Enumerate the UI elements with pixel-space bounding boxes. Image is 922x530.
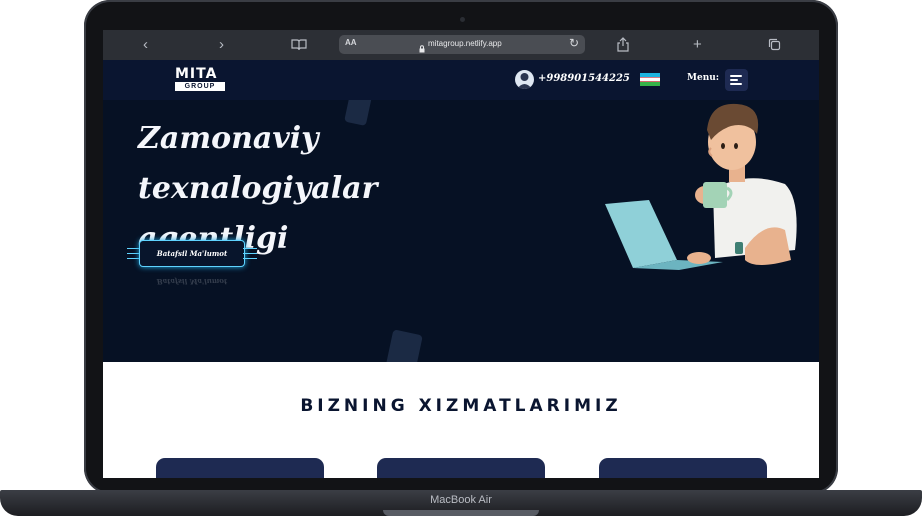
cta-reflection: Batafsil Ma'lumot	[156, 277, 228, 286]
lock-icon	[419, 40, 425, 58]
menu-line	[730, 79, 738, 81]
menu-line	[730, 83, 742, 85]
chevron-right-icon[interactable]: ›	[219, 36, 224, 54]
chevron-left-icon[interactable]: ‹	[143, 36, 148, 54]
service-card[interactable]	[156, 458, 324, 478]
menu-label: Menu:	[687, 73, 720, 83]
service-card[interactable]	[377, 458, 545, 478]
menu-line	[730, 75, 742, 77]
logo-text: MITA	[175, 66, 218, 82]
plus-icon[interactable]: +	[693, 36, 702, 54]
phone-number[interactable]: +998901544225	[538, 73, 630, 84]
reload-icon[interactable]: ↻	[569, 36, 579, 50]
share-icon[interactable]	[617, 37, 629, 57]
more-info-button[interactable]: Batafsil Ma'lumot	[139, 240, 245, 267]
menu-button[interactable]	[725, 69, 748, 91]
laptop-base-notch	[383, 510, 539, 516]
uzbekistan-flag-icon[interactable]	[640, 73, 660, 86]
decorative-shape	[385, 329, 423, 362]
mita-logo[interactable]: MITA GROUP	[175, 67, 225, 93]
url-text: mitagroup.netlify.app	[428, 39, 502, 48]
tabs-icon[interactable]	[768, 38, 781, 56]
hero-section: Zamonaviy texnalogiyalar agentligi Bataf…	[103, 100, 819, 362]
book-icon[interactable]	[291, 38, 307, 56]
cta-lines-right	[243, 248, 257, 260]
address-bar[interactable]: AA mitagroup.netlify.app ↻	[339, 35, 585, 54]
services-title: Bizning xizmatlarimiz	[300, 396, 622, 416]
services-section: Bizning xizmatlarimiz	[103, 362, 819, 478]
browser-toolbar: ‹ › AA mitagroup.netlify.app ↻ +	[103, 30, 819, 60]
device-label: MacBook Air	[430, 494, 492, 506]
site-header: MITA GROUP +998901544225 Menu:	[103, 60, 819, 100]
camera-dot	[460, 17, 465, 22]
service-card[interactable]	[599, 458, 767, 478]
person-with-laptop-illustration	[605, 103, 797, 270]
laptop-screen: ‹ › AA mitagroup.netlify.app ↻ + MITA GR…	[103, 30, 819, 478]
avatar	[515, 70, 534, 89]
logo-subtext: GROUP	[175, 82, 225, 91]
reader-aa-button[interactable]: AA	[345, 38, 357, 47]
